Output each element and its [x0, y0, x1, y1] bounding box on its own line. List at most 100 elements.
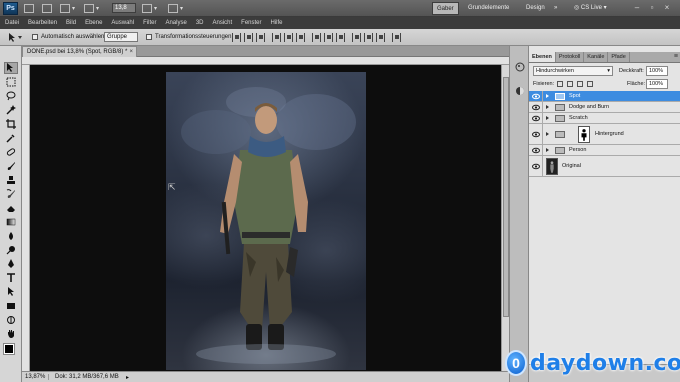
tab-protokoll[interactable]: Protokoll — [556, 52, 585, 62]
blur-tool[interactable] — [4, 230, 18, 242]
tool-preset-picker[interactable] — [6, 32, 24, 43]
tab-ebenen[interactable]: Ebenen — [529, 52, 556, 62]
cs-live-button[interactable]: ◎ CS Live ▾ — [570, 2, 611, 15]
screen-mode-button[interactable]: ▾ — [168, 3, 183, 14]
maximize-icon[interactable]: ▫ — [647, 3, 657, 13]
gradient-tool[interactable] — [4, 216, 18, 228]
eye-icon[interactable] — [532, 115, 540, 122]
status-zoom[interactable]: 13,87% — [22, 374, 48, 380]
horizontal-ruler[interactable] — [22, 57, 509, 65]
blend-mode-dropdown[interactable]: Hindurchwirken ▾ — [533, 66, 613, 76]
menu-3d[interactable]: 3D — [196, 20, 204, 26]
align-hcenter-icon[interactable] — [284, 33, 293, 42]
tab-pfade[interactable]: Pfade — [608, 52, 630, 62]
lock-position-icon[interactable] — [577, 81, 583, 87]
minibridge-button[interactable] — [42, 3, 52, 14]
eye-icon[interactable] — [532, 131, 540, 138]
align-bottom-icon[interactable] — [256, 33, 265, 42]
close-icon[interactable]: × — [129, 47, 133, 57]
opacity-field[interactable]: 100% — [646, 66, 668, 76]
auto-select-checkbox[interactable] — [32, 34, 38, 40]
fill-field[interactable]: 100% — [646, 79, 668, 89]
distribute-top-icon[interactable] — [312, 33, 321, 42]
panel-menu-icon[interactable]: ≡ — [674, 52, 678, 62]
type-tool[interactable] — [4, 272, 18, 284]
menu-ansicht[interactable]: Ansicht — [212, 20, 232, 26]
eye-icon[interactable] — [532, 104, 540, 111]
dodge-tool[interactable] — [4, 244, 18, 256]
align-right-icon[interactable] — [296, 33, 305, 42]
foreground-color-swatch[interactable] — [3, 343, 15, 355]
move-tool[interactable] — [4, 62, 18, 74]
healing-brush-tool[interactable] — [4, 146, 18, 158]
color-panel-button[interactable] — [513, 60, 527, 73]
pen-tool[interactable] — [4, 258, 18, 270]
marquee-tool[interactable] — [4, 76, 18, 88]
hand-tool[interactable] — [4, 328, 18, 340]
adjustments-panel-button[interactable] — [513, 84, 527, 97]
eye-icon[interactable] — [532, 93, 540, 100]
menu-ebene[interactable]: Ebene — [85, 20, 102, 26]
transform-controls-checkbox[interactable] — [146, 34, 152, 40]
eye-icon[interactable] — [532, 147, 540, 154]
layer-spot[interactable]: Spot — [529, 91, 680, 102]
distribute-hcenter-icon[interactable] — [364, 33, 373, 42]
lock-transparency-icon[interactable] — [557, 81, 563, 87]
tab-kanaele[interactable]: Kanäle — [584, 52, 609, 62]
expand-triangle-icon[interactable] — [546, 94, 549, 98]
zoom-level-field[interactable]: 13,8 — [112, 3, 136, 13]
workspace-design[interactable]: Design — [522, 2, 549, 15]
menu-filter[interactable]: Filter — [143, 20, 156, 26]
layer-original[interactable]: Original — [529, 156, 680, 177]
minimize-icon[interactable]: – — [632, 3, 642, 13]
distribute-vcenter-icon[interactable] — [324, 33, 333, 42]
align-top-icon[interactable] — [232, 33, 241, 42]
menu-auswahl[interactable]: Auswahl — [111, 20, 134, 26]
status-menu-icon[interactable]: ▸ — [126, 374, 129, 381]
layer-scratch[interactable]: Scratch — [529, 113, 680, 124]
layer-hintergrund[interactable]: Hintergrund — [529, 124, 680, 145]
clone-stamp-tool[interactable] — [4, 174, 18, 186]
menu-fenster[interactable]: Fenster — [241, 20, 261, 26]
lasso-tool[interactable] — [4, 90, 18, 102]
expand-triangle-icon[interactable] — [546, 116, 549, 120]
more-workspaces-button[interactable]: » — [550, 2, 561, 15]
close-icon[interactable]: × — [662, 3, 672, 13]
distribute-right-icon[interactable] — [376, 33, 385, 42]
layer-mask-thumbnail[interactable] — [578, 126, 590, 143]
arrange-documents-button[interactable]: ▾ — [142, 3, 157, 14]
auto-align-icon[interactable] — [392, 33, 401, 42]
workspace-gaber[interactable]: Gaber — [432, 2, 459, 15]
distribute-left-icon[interactable] — [352, 33, 361, 42]
menu-datei[interactable]: Datei — [5, 20, 19, 26]
layer-person[interactable]: Person — [529, 145, 680, 156]
align-left-icon[interactable] — [272, 33, 281, 42]
menu-bild[interactable]: Bild — [66, 20, 76, 26]
shape-tool[interactable] — [4, 300, 18, 312]
document-tab[interactable]: DONE.psd bei 13,8% (Spot, RGB/8) * × — [22, 46, 137, 57]
history-brush-tool[interactable] — [4, 188, 18, 200]
distribute-bottom-icon[interactable] — [336, 33, 345, 42]
eyedropper-tool[interactable] — [4, 132, 18, 144]
eye-icon[interactable] — [532, 163, 540, 170]
quick-selection-tool[interactable] — [4, 104, 18, 116]
vertical-ruler[interactable] — [22, 65, 30, 371]
expand-triangle-icon[interactable] — [546, 105, 549, 109]
menu-analyse[interactable]: Analyse — [165, 20, 186, 26]
3d-rotate-tool[interactable] — [4, 314, 18, 326]
expand-triangle-icon[interactable] — [546, 148, 549, 152]
expand-triangle-icon[interactable] — [546, 132, 549, 136]
menu-bearbeiten[interactable]: Bearbeiten — [28, 20, 57, 26]
path-selection-tool[interactable] — [4, 286, 18, 298]
extras-button[interactable]: ▾ — [60, 3, 75, 14]
lock-all-icon[interactable] — [587, 81, 593, 87]
document-image[interactable] — [166, 72, 366, 370]
align-vcenter-icon[interactable] — [244, 33, 253, 42]
menu-hilfe[interactable]: Hilfe — [271, 20, 283, 26]
eraser-tool[interactable] — [4, 202, 18, 214]
crop-tool[interactable] — [4, 118, 18, 130]
brush-tool[interactable] — [4, 160, 18, 172]
layer-dodge-and-burn[interactable]: Dodge and Burn — [529, 102, 680, 113]
workspace-grundelemente[interactable]: Grundelemente — [464, 2, 513, 15]
zoom-tool-button[interactable]: ▾ — [84, 3, 99, 14]
